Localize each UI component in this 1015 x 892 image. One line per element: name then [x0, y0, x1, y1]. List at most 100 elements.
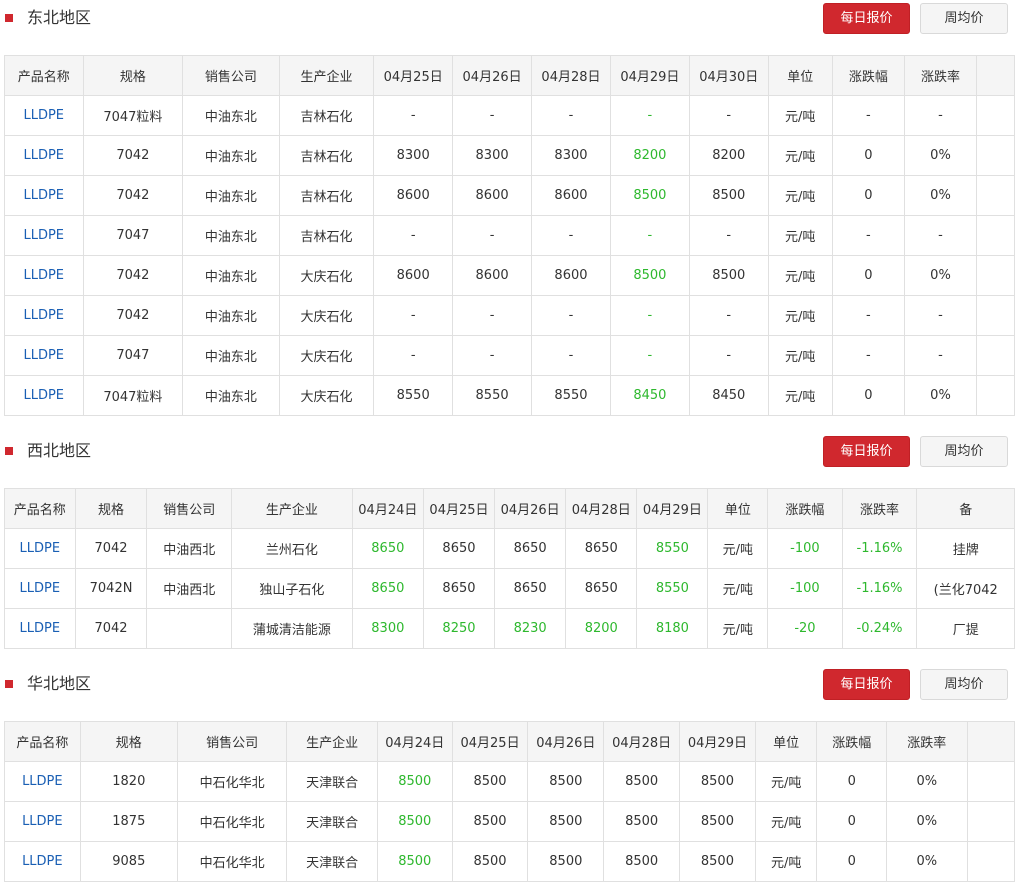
column-header: 涨跌幅 [767, 488, 843, 529]
section-title: 华北地区 [27, 674, 92, 693]
table-cell: 8600 [452, 255, 533, 296]
table-cell: 元/吨 [767, 295, 833, 336]
product-link[interactable]: LLDPE [4, 95, 84, 136]
table-cell: 天津联合 [286, 761, 378, 802]
section-header: 东北地区 每日报价 周均价 [0, 0, 1015, 36]
section-marker-icon [5, 680, 13, 688]
product-link[interactable]: LLDPE [4, 568, 76, 609]
column-header: 涨跌幅 [816, 721, 888, 762]
table-cell: - [452, 215, 533, 256]
table-cell [976, 175, 1015, 216]
table-cell: - [609, 295, 690, 336]
table-cell [976, 375, 1015, 416]
table-cell: -100 [767, 528, 843, 569]
product-link[interactable]: LLDPE [4, 255, 84, 296]
column-header: 生产企业 [286, 721, 378, 762]
table-cell: - [531, 295, 611, 336]
column-header: 04月26日 [452, 55, 533, 96]
table-cell: 8600 [531, 255, 611, 296]
table-cell: 7047 [82, 215, 184, 256]
table-cell: 大庆石化 [278, 255, 375, 296]
table-cell: 8200 [565, 608, 638, 649]
column-header: 规格 [82, 55, 184, 96]
table-cell: 元/吨 [767, 335, 833, 376]
column-header: 04月24日 [376, 721, 453, 762]
weekly-average-button[interactable]: 周均价 [920, 669, 1008, 700]
table-cell: 中油东北 [182, 255, 280, 296]
weekly-average-button[interactable]: 周均价 [920, 3, 1008, 34]
table-cell: 兰州石化 [231, 528, 353, 569]
table-cell: 8300 [351, 608, 424, 649]
table-cell: 8500 [376, 761, 453, 802]
table-cell: 8500 [451, 841, 529, 882]
section-header: 华北地区 每日报价 周均价 [0, 666, 1015, 702]
table-cell: - [688, 335, 769, 376]
table-cell: 7042 [74, 608, 148, 649]
table-cell: 元/吨 [707, 568, 769, 609]
table-row: LLDPE 1820 中石化华北 天津联合 8500 8500 8500 8500 8500 元/… [4, 761, 1015, 802]
table-cell: 吉林石化 [278, 215, 375, 256]
table-cell: 元/吨 [767, 135, 833, 176]
daily-quote-button[interactable]: 每日报价 [823, 669, 910, 700]
table-row: LLDPE 7042 中油西北 兰州石化 8650 8650 8650 8650 8550 元/吨… [4, 528, 1015, 569]
table-cell: 中油东北 [182, 295, 280, 336]
table-cell: 元/吨 [754, 761, 818, 802]
table-cell: 7047粒料 [82, 95, 184, 136]
table-cell: - [688, 215, 769, 256]
product-link[interactable]: LLDPE [4, 608, 76, 649]
table-cell: 元/吨 [767, 215, 833, 256]
table-cell: 8600 [373, 175, 454, 216]
table-cell: 8650 [494, 568, 567, 609]
table-cell: 元/吨 [767, 95, 833, 136]
product-link[interactable]: LLDPE [4, 801, 81, 842]
table-cell: 元/吨 [767, 175, 833, 216]
table-cell: 8300 [531, 135, 611, 176]
table-cell: - [609, 95, 690, 136]
product-link[interactable]: LLDPE [4, 375, 84, 416]
table-row: LLDPE 7047 中油东北 吉林石化 - - - - - 元/吨 - - [4, 215, 1015, 256]
daily-quote-button[interactable]: 每日报价 [823, 436, 910, 467]
table-cell: 0 [816, 761, 888, 802]
product-link[interactable]: LLDPE [4, 761, 81, 802]
table-cell: - [452, 295, 533, 336]
table-cell: 8450 [609, 375, 690, 416]
column-header: 备 [916, 488, 1015, 529]
column-header: 单位 [754, 721, 818, 762]
table-row: LLDPE 7047 中油东北 大庆石化 - - - - - 元/吨 - - [4, 335, 1015, 376]
table-row: LLDPE 7042 中油东北 大庆石化 - - - - - 元/吨 - - [4, 295, 1015, 336]
table-cell: 0% [903, 175, 978, 216]
table-cell: -100 [767, 568, 843, 609]
column-header: 单位 [767, 55, 833, 96]
table-cell: 9085 [79, 841, 178, 882]
weekly-average-button[interactable]: 周均价 [920, 436, 1008, 467]
table-cell: 8550 [636, 568, 709, 609]
table-row: LLDPE 9085 中石化华北 天津联合 8500 8500 8500 8500 8500 元/… [4, 841, 1015, 882]
table-cell: 8230 [494, 608, 567, 649]
price-table: 产品名称 规格 销售公司 生产企业 04月24日 04月25日 04月26日 04月28日 04… [4, 488, 1015, 649]
column-header: 04月26日 [494, 488, 567, 529]
table-cell: -0.24% [841, 608, 918, 649]
product-link[interactable]: LLDPE [4, 841, 81, 882]
product-link[interactable]: LLDPE [4, 295, 84, 336]
table-cell: 8650 [351, 528, 424, 569]
product-link[interactable]: LLDPE [4, 175, 84, 216]
section-northeast: 东北地区 每日报价 周均价 产品名称 规格 销售公司 生产企业 04月25日 04月26日… [0, 0, 1015, 416]
product-link[interactable]: LLDPE [4, 215, 84, 256]
table-cell: (兰化7042 [916, 568, 1015, 609]
table-cell: 0 [816, 841, 888, 882]
daily-quote-button[interactable]: 每日报价 [823, 3, 910, 34]
table-cell: 1820 [79, 761, 178, 802]
column-header: 04月28日 [603, 721, 681, 762]
section-title: 西北地区 [27, 441, 92, 460]
table-cell: 0 [831, 375, 905, 416]
table-cell: 8500 [603, 801, 681, 842]
table-cell [976, 135, 1015, 176]
table-cell: 7042N [74, 568, 148, 609]
product-link[interactable]: LLDPE [4, 528, 76, 569]
table-cell: 8600 [531, 175, 611, 216]
product-link[interactable]: LLDPE [4, 135, 84, 176]
table-cell: 元/吨 [754, 841, 818, 882]
product-link[interactable]: LLDPE [4, 335, 84, 376]
column-header [976, 55, 1015, 96]
column-header: 涨跌率 [903, 55, 978, 96]
